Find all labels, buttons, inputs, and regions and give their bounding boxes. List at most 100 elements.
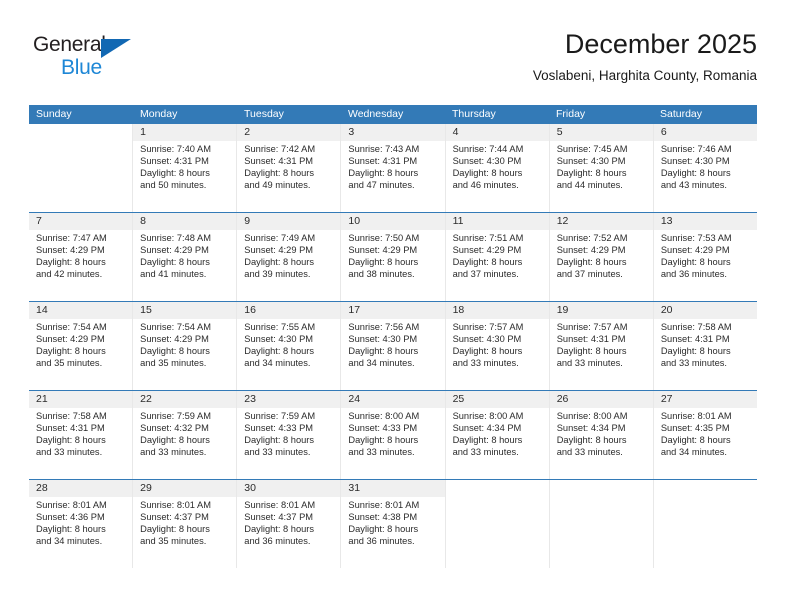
day-cell[interactable]: 10 Sunrise: 7:50 AM Sunset: 4:29 PM Dayligh… xyxy=(341,213,446,301)
day-detail-line: Sunrise: 7:50 AM xyxy=(348,233,420,243)
day-cell[interactable]: 21 Sunrise: 7:58 AM Sunset: 4:31 PM Dayligh… xyxy=(29,391,134,479)
day-cell[interactable]: 30 Sunrise: 8:01 AM Sunset: 4:37 PM Dayligh… xyxy=(237,480,342,568)
weekday-header-saturday: Saturday xyxy=(660,108,703,120)
day-number: 30 xyxy=(237,480,341,497)
weekday-header-monday: Monday xyxy=(140,108,178,120)
day-detail-line: Sunrise: 8:00 AM xyxy=(452,411,524,421)
day-cell[interactable]: 11 Sunrise: 7:51 AM Sunset: 4:29 PM Dayligh… xyxy=(445,213,550,301)
day-detail-line: and 36 minutes. xyxy=(348,535,415,546)
day-cell[interactable]: 17 Sunrise: 7:56 AM Sunset: 4:30 PM Dayligh… xyxy=(341,302,446,390)
week-cells: 14 Sunrise: 7:54 AM Sunset: 4:29 PM Dayligh… xyxy=(29,302,757,390)
day-detail-line: Sunset: 4:29 PM xyxy=(556,244,626,255)
day-cell[interactable]: 18 Sunrise: 7:57 AM Sunset: 4:30 PM Dayligh… xyxy=(445,302,550,390)
day-cell[interactable]: 20 Sunrise: 7:58 AM Sunset: 4:31 PM Dayligh… xyxy=(653,302,757,390)
day-detail-line: Sunset: 4:33 PM xyxy=(348,422,418,433)
day-details: Sunrise: 7:40 AM Sunset: 4:31 PM Daylight:… xyxy=(133,141,236,192)
week-cells: 28 Sunrise: 8:01 AM Sunset: 4:36 PM Dayligh… xyxy=(29,480,757,568)
day-cell[interactable]: 3 Sunrise: 7:43 AM Sunset: 4:31 PM Daylight… xyxy=(341,124,446,212)
day-cell[interactable]: 14 Sunrise: 7:54 AM Sunset: 4:29 PM Dayligh… xyxy=(29,302,134,390)
day-detail-line: Sunrise: 8:01 AM xyxy=(36,500,107,510)
day-cell[interactable]: 8 Sunrise: 7:48 AM Sunset: 4:29 PM Daylight… xyxy=(133,213,238,301)
day-cell[interactable]: 9 Sunrise: 7:49 AM Sunset: 4:29 PM Daylight… xyxy=(237,213,342,301)
calendar-grid: Sunday Monday Tuesday Wednesday Thursday Frid… xyxy=(29,105,757,568)
day-cell[interactable]: 13 Sunrise: 7:53 AM Sunset: 4:29 PM Dayligh… xyxy=(653,213,757,301)
day-detail-line: Sunrise: 7:57 AM xyxy=(556,322,628,332)
day-details: Sunrise: 7:49 AM Sunset: 4:29 PM Daylight:… xyxy=(237,230,340,281)
day-details: Sunrise: 7:50 AM Sunset: 4:29 PM Daylight:… xyxy=(341,230,444,281)
day-detail-line: and 36 minutes. xyxy=(660,268,727,279)
day-cell[interactable]: 25 Sunrise: 8:00 AM Sunset: 4:34 PM Dayligh… xyxy=(445,391,550,479)
day-cell[interactable]: 31 Sunrise: 8:01 AM Sunset: 4:38 PM Dayligh… xyxy=(341,480,446,568)
day-number: 10 xyxy=(341,213,445,230)
weekday-header-thursday: Thursday xyxy=(452,108,496,120)
day-cell[interactable]: 28 Sunrise: 8:01 AM Sunset: 4:36 PM Dayligh… xyxy=(29,480,134,568)
day-cell[interactable]: 26 Sunrise: 8:00 AM Sunset: 4:34 PM Dayligh… xyxy=(549,391,654,479)
day-detail-line: and 37 minutes. xyxy=(452,268,519,279)
day-cell-empty xyxy=(653,480,757,568)
logo-triangle-icon xyxy=(101,39,131,58)
day-cell[interactable]: 7 Sunrise: 7:47 AM Sunset: 4:29 PM Daylight… xyxy=(29,213,134,301)
day-detail-line: Sunset: 4:30 PM xyxy=(452,155,522,166)
day-cell[interactable]: 27 Sunrise: 8:01 AM Sunset: 4:35 PM Dayligh… xyxy=(653,391,757,479)
day-detail-line: and 36 minutes. xyxy=(244,535,311,546)
day-detail-line: Sunset: 4:29 PM xyxy=(348,244,418,255)
day-cell[interactable]: 22 Sunrise: 7:59 AM Sunset: 4:32 PM Dayligh… xyxy=(133,391,238,479)
day-number: 23 xyxy=(237,391,341,408)
logo-text-general: General xyxy=(33,33,106,56)
day-detail-line: and 33 minutes. xyxy=(348,446,415,457)
day-details: Sunrise: 7:52 AM Sunset: 4:29 PM Daylight:… xyxy=(550,230,653,281)
day-details: Sunrise: 7:48 AM Sunset: 4:29 PM Daylight:… xyxy=(133,230,236,281)
day-cell[interactable]: 2 Sunrise: 7:42 AM Sunset: 4:31 PM Daylight… xyxy=(237,124,342,212)
day-detail-line: and 41 minutes. xyxy=(140,268,207,279)
week-cells: 7 Sunrise: 7:47 AM Sunset: 4:29 PM Daylight… xyxy=(29,213,757,301)
weekday-header-sunday: Sunday xyxy=(36,108,72,120)
day-detail-line: and 50 minutes. xyxy=(140,179,207,190)
day-number: 18 xyxy=(445,302,549,319)
calendar-weeks: 1 Sunrise: 7:40 AM Sunset: 4:31 PM Daylight… xyxy=(29,124,757,568)
day-number: 20 xyxy=(653,302,757,319)
day-detail-line: Daylight: 8 hours xyxy=(36,256,106,267)
day-cell[interactable]: 5 Sunrise: 7:45 AM Sunset: 4:30 PM Daylight… xyxy=(549,124,654,212)
day-cell[interactable]: 4 Sunrise: 7:44 AM Sunset: 4:30 PM Daylight… xyxy=(445,124,550,212)
weekday-header-tuesday: Tuesday xyxy=(244,108,284,120)
day-detail-line: Daylight: 8 hours xyxy=(556,167,627,178)
day-detail-line: Sunset: 4:35 PM xyxy=(660,422,730,433)
day-detail-line: Sunrise: 7:40 AM xyxy=(140,144,211,154)
day-detail-line: Sunset: 4:29 PM xyxy=(36,244,105,255)
day-detail-line: and 34 minutes. xyxy=(36,535,103,546)
day-cell[interactable]: 12 Sunrise: 7:52 AM Sunset: 4:29 PM Dayligh… xyxy=(549,213,654,301)
day-detail-line: and 33 minutes. xyxy=(36,446,103,457)
day-detail-line: Sunrise: 7:52 AM xyxy=(556,233,628,243)
day-detail-line: Sunrise: 7:45 AM xyxy=(556,144,628,154)
day-detail-line: Sunrise: 7:49 AM xyxy=(244,233,316,243)
general-blue-logo[interactable]: General Blue xyxy=(33,33,163,85)
day-detail-line: Daylight: 8 hours xyxy=(244,256,315,267)
day-number: 13 xyxy=(653,213,757,230)
day-cell[interactable]: 15 Sunrise: 7:54 AM Sunset: 4:29 PM Dayligh… xyxy=(133,302,238,390)
title-block: December 2025 Voslabeni, Harghita County… xyxy=(533,28,757,86)
day-detail-line: Daylight: 8 hours xyxy=(348,345,419,356)
day-cell[interactable]: 23 Sunrise: 7:59 AM Sunset: 4:33 PM Dayligh… xyxy=(237,391,342,479)
day-detail-line: Daylight: 8 hours xyxy=(140,523,210,534)
day-detail-line: Daylight: 8 hours xyxy=(556,434,627,445)
day-cell[interactable]: 16 Sunrise: 7:55 AM Sunset: 4:30 PM Dayligh… xyxy=(237,302,342,390)
day-number: 16 xyxy=(237,302,341,319)
day-cell[interactable]: 24 Sunrise: 8:00 AM Sunset: 4:33 PM Dayligh… xyxy=(341,391,446,479)
day-detail-line: Sunrise: 7:59 AM xyxy=(140,411,211,421)
day-cell[interactable]: 29 Sunrise: 8:01 AM Sunset: 4:37 PM Dayligh… xyxy=(133,480,238,568)
day-cell[interactable]: 6 Sunrise: 7:46 AM Sunset: 4:30 PM Daylight… xyxy=(653,124,757,212)
day-detail-line: Sunrise: 7:48 AM xyxy=(140,233,211,243)
day-detail-line: and 47 minutes. xyxy=(348,179,415,190)
day-number: 15 xyxy=(133,302,237,319)
day-detail-line: Sunset: 4:29 PM xyxy=(244,244,314,255)
day-number: 27 xyxy=(653,391,757,408)
day-cell[interactable]: 19 Sunrise: 7:57 AM Sunset: 4:31 PM Dayligh… xyxy=(549,302,654,390)
day-detail-line: and 44 minutes. xyxy=(556,179,623,190)
day-details: Sunrise: 8:01 AM Sunset: 4:38 PM Daylight:… xyxy=(341,497,444,548)
day-details xyxy=(550,497,653,500)
day-number: 6 xyxy=(653,124,757,141)
day-number: 2 xyxy=(237,124,341,141)
day-cell[interactable]: 1 Sunrise: 7:40 AM Sunset: 4:31 PM Daylight… xyxy=(133,124,238,212)
day-details: Sunrise: 7:58 AM Sunset: 4:31 PM Daylight:… xyxy=(29,408,132,459)
day-details: Sunrise: 7:54 AM Sunset: 4:29 PM Daylight:… xyxy=(29,319,132,370)
